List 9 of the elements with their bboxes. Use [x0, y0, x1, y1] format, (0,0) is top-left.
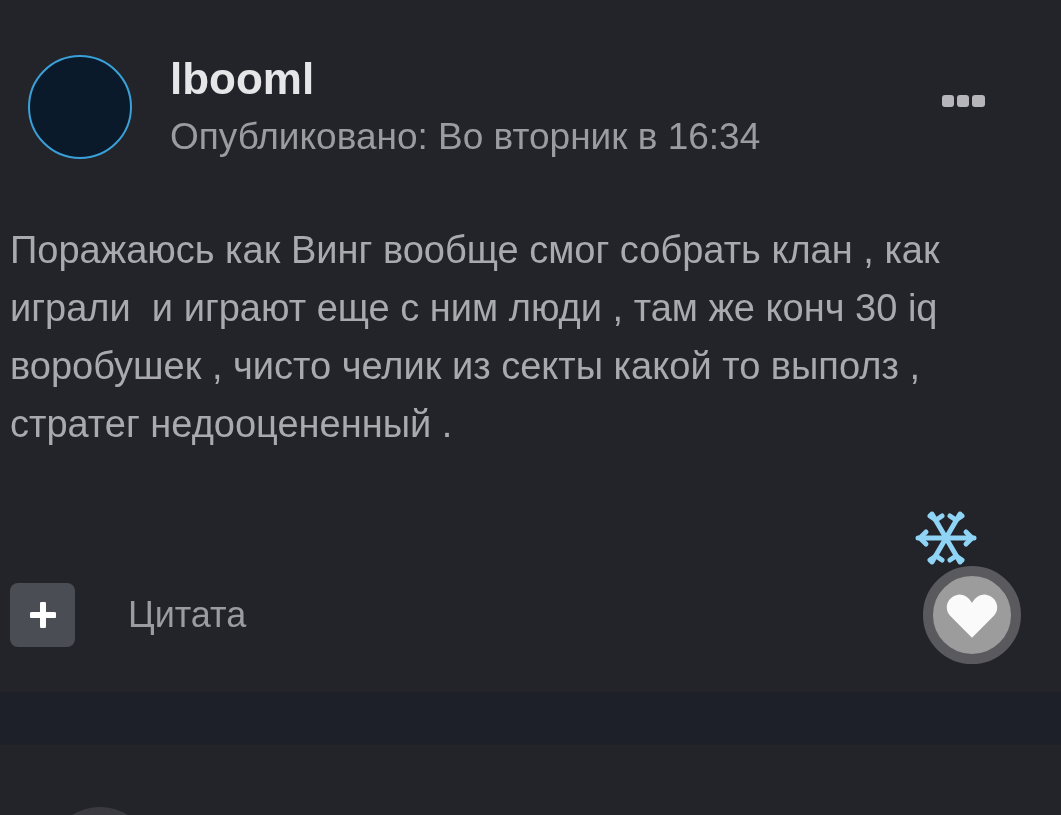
post-text: Поражаюсь как Винг вообще смог собрать клан , как играли и играют еще с ним люди , там же конч 30 iq воробушек , чисто челик из секты какой то выполз , стратег недооцененный . [10, 228, 941, 447]
author-name[interactable]: lbooml [170, 59, 942, 99]
quote-button[interactable]: Цитата [128, 588, 247, 642]
add-button[interactable] [10, 583, 75, 647]
plus-icon [29, 602, 56, 628]
more-options-icon[interactable] [942, 95, 985, 107]
heart-icon [946, 592, 998, 638]
snowflake-icon [913, 510, 979, 566]
publish-time: Опубликовано: Во вторник в 16:34 [170, 119, 762, 155]
